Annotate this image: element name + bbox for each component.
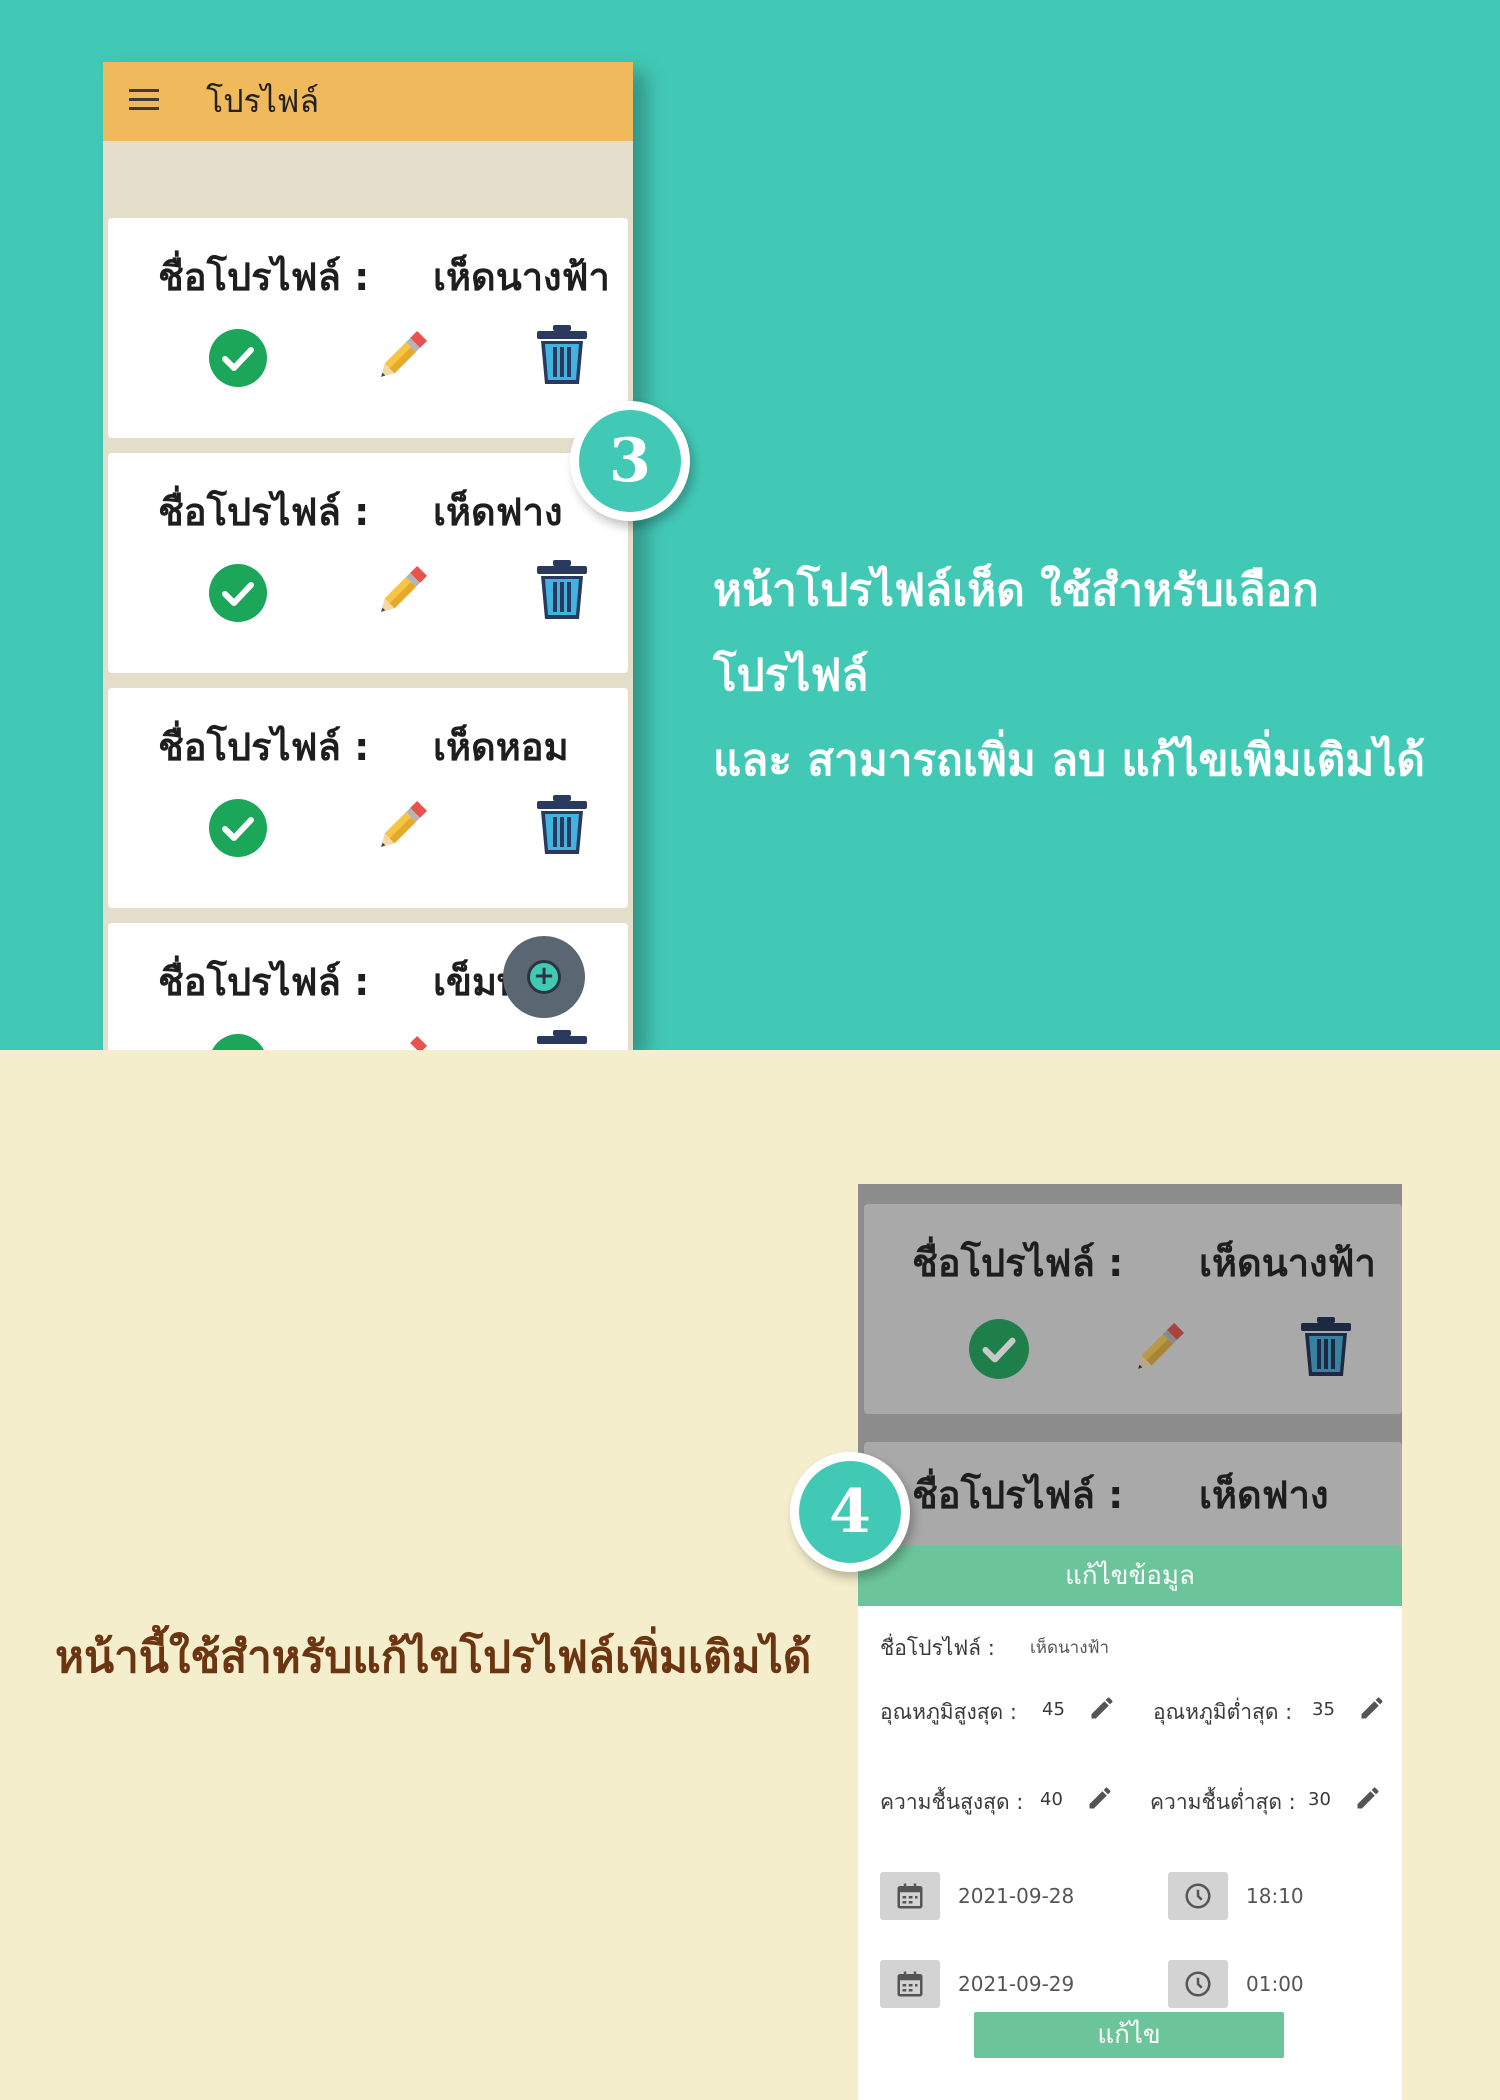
- edit-page-description: หน้านี้ใช้สำหรับแก้ไขโปรไฟล์เพิ่มเติมได้: [55, 1632, 812, 1683]
- trash-icon[interactable]: [535, 794, 589, 856]
- plus-circle-icon: +: [527, 960, 561, 994]
- end-time-picker[interactable]: [1168, 1960, 1228, 2008]
- end-date-picker[interactable]: [880, 1960, 940, 2008]
- profile-name: เห็ดหอม: [433, 725, 569, 769]
- start-date-value: 2021-09-28: [958, 1884, 1075, 1908]
- calendar-icon: [897, 1971, 923, 1997]
- start-date-picker[interactable]: [880, 1872, 940, 1920]
- edit-icon[interactable]: [1088, 1694, 1116, 1722]
- profile-label: ชื่อโปรไฟล์ :: [158, 960, 370, 1004]
- humidity-min-value[interactable]: 30: [1308, 1789, 1331, 1810]
- add-profile-button[interactable]: +: [503, 936, 585, 1018]
- profile-card: ชื่อโปรไฟล์ : เห็ดนางฟ้า: [108, 218, 628, 438]
- profile-card: ชื่อโปรไฟล์ : เห็ดฟาง: [108, 453, 628, 673]
- profile-name: เห็ดฟาง: [1199, 1473, 1329, 1517]
- profile-card-dimmed: ชื่อโปรไฟล์ : เห็ดนางฟ้า: [864, 1204, 1402, 1414]
- profile-label: ชื่อโปรไฟล์ :: [912, 1473, 1124, 1517]
- edit-icon[interactable]: [1358, 1694, 1386, 1722]
- profile-name: เห็ดนางฟ้า: [433, 255, 610, 299]
- profile-page-description: หน้าโปรไฟล์เห็ด ใช้สำหรับเลือกโปรไฟล์ แล…: [713, 548, 1473, 803]
- check-circle-icon[interactable]: [208, 328, 268, 388]
- save-edit-button[interactable]: แก้ไข: [974, 2012, 1284, 2058]
- profile-list-screen: โปรไฟล์ ชื่อโปรไฟล์ : เห็ดนางฟ้า ชื่อโปร…: [103, 62, 633, 1050]
- profile-name-label: ชื่อโปรไฟล์ :: [880, 1636, 995, 1660]
- clock-icon: [1185, 1971, 1211, 1997]
- profile-name: เห็ดฟาง: [433, 490, 563, 534]
- temp-min-value[interactable]: 35: [1312, 1699, 1335, 1720]
- profile-label: ชื่อโปรไฟล์ :: [158, 490, 370, 534]
- step-badge-3: 3: [570, 401, 690, 521]
- pencil-icon[interactable]: [370, 322, 436, 388]
- temp-max-value[interactable]: 45: [1042, 1699, 1065, 1720]
- trash-icon[interactable]: [535, 324, 589, 386]
- start-time-value: 18:10: [1246, 1884, 1304, 1908]
- profile-name-value: เห็ดนางฟ้า: [1030, 1638, 1110, 1658]
- menu-icon[interactable]: [129, 89, 159, 113]
- trash-icon[interactable]: [535, 1029, 589, 1050]
- description-line-1: หน้าโปรไฟล์เห็ด ใช้สำหรับเลือกโปรไฟล์: [713, 565, 1319, 701]
- calendar-icon: [897, 1883, 923, 1909]
- top-section: โปรไฟล์ ชื่อโปรไฟล์ : เห็ดนางฟ้า ชื่อโปร…: [0, 0, 1500, 1050]
- profile-card: ชื่อโปรไฟล์ : เห็ดหอม: [108, 688, 628, 908]
- edit-icon[interactable]: [1354, 1784, 1382, 1812]
- clock-icon: [1185, 1883, 1211, 1909]
- end-time-value: 01:00: [1246, 1972, 1304, 1996]
- app-bar: โปรไฟล์: [103, 62, 633, 141]
- start-time-picker[interactable]: [1168, 1872, 1228, 1920]
- temp-max-label: อุณหภูมิสูงสุด :: [880, 1700, 1017, 1724]
- step-badge-4: 4: [790, 1452, 910, 1572]
- pencil-icon: [1138, 1322, 1185, 1369]
- pencil-icon[interactable]: [370, 792, 436, 858]
- profile-card-dimmed: ชื่อโปรไฟล์ : เห็ดฟาง: [864, 1442, 1402, 1552]
- pencil-icon[interactable]: [370, 557, 436, 623]
- trash-icon: [1301, 1317, 1351, 1376]
- profile-label: ชื่อโปรไฟล์ :: [912, 1241, 1124, 1285]
- profile-name: เห็ดนางฟ้า: [1199, 1241, 1376, 1285]
- edit-icon[interactable]: [1086, 1784, 1114, 1812]
- check-circle-icon: [969, 1319, 1029, 1379]
- profile-label: ชื่อโปรไฟล์ :: [158, 255, 370, 299]
- humidity-max-value[interactable]: 40: [1040, 1789, 1063, 1810]
- humidity-max-label: ความชื้นสูงสุด :: [880, 1790, 1024, 1814]
- check-circle-icon[interactable]: [208, 1033, 268, 1050]
- description-line-2: และ สามารถเพิ่ม ลบ แก้ไขเพิ่มเติมได้: [713, 735, 1425, 786]
- edit-profile-screen: ชื่อโปรไฟล์ : เห็ดนางฟ้า ชื่อโปรไฟล์: เ…: [858, 1184, 1402, 2100]
- pencil-icon[interactable]: [370, 1027, 436, 1050]
- check-circle-icon[interactable]: [208, 798, 268, 858]
- dialog-title: แก้ไขข้อมูล: [858, 1546, 1402, 1606]
- trash-icon[interactable]: [535, 559, 589, 621]
- temp-min-label: อุณหภูมิต่ำสุด :: [1153, 1700, 1293, 1724]
- profile-label: ชื่อโปรไฟล์ :: [158, 725, 370, 769]
- end-date-value: 2021-09-29: [958, 1972, 1075, 1996]
- humidity-min-label: ความชื้นต่ำสุด :: [1150, 1790, 1296, 1814]
- check-circle-icon[interactable]: [208, 563, 268, 623]
- app-title: โปรไฟล์: [206, 82, 320, 120]
